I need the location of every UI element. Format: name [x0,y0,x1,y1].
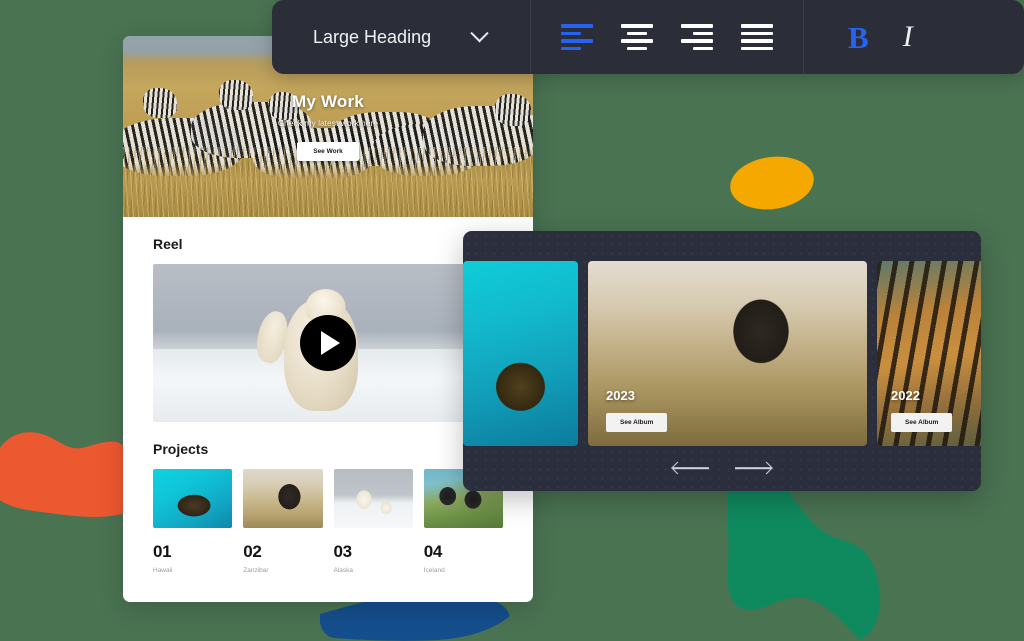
projects-grid: 01 Hawaii 02 Zanzibar 03 Alaska 04 Icela… [153,469,503,574]
decorative-blob-orange [0,432,125,517]
decorative-blob-green [727,490,881,640]
project-thumbnail [333,469,413,528]
chevron-down-icon [470,23,489,42]
gallery-carousel-panel: 2023 See Album 2022 See Album [463,231,981,491]
gallery-slide-caption: 2023 See Album [606,388,668,432]
project-item[interactable]: 02 Zanzibar [243,469,323,574]
gallery-slide-year: 2022 [891,388,920,403]
heading-style-value: Large Heading [313,26,432,47]
gallery-slide[interactable] [463,261,578,446]
gallery-slide[interactable]: 2023 See Album [588,261,867,446]
project-caption: Iceland [423,567,445,574]
gallery-slide-caption: 2022 See Album [891,388,953,432]
bold-button[interactable]: B [848,22,869,53]
text-style-button-group: B I [804,22,957,53]
project-item[interactable]: 01 Hawaii [153,469,233,574]
play-icon[interactable] [300,315,356,371]
project-number: 03 [333,542,353,561]
heading-style-select[interactable]: Large Heading [272,0,530,74]
project-thumbnail [153,469,233,528]
gallery-navigation [463,459,981,477]
project-number: 02 [243,542,262,561]
gallery-slide-year: 2023 [606,388,635,403]
align-right-icon[interactable] [681,24,713,50]
project-thumbnail [243,469,323,528]
align-justify-icon[interactable] [741,24,773,50]
project-caption: Alaska [333,567,354,574]
project-number: 04 [423,542,443,561]
gallery-slide-image [463,261,578,446]
project-number: 01 [153,542,172,561]
project-caption: Hawaii [153,567,173,574]
see-album-button[interactable]: See Album [606,413,668,432]
align-left-icon[interactable] [561,24,593,50]
gallery-slide-strip: 2023 See Album 2022 See Album [463,261,981,446]
decorative-blob-amber [726,151,818,215]
project-item[interactable]: 03 Alaska [333,469,413,574]
screenshot-stage: My Work Check my latest work here See Wo… [0,0,1024,641]
text-format-toolbar: Large Heading B I [272,0,1024,74]
italic-button[interactable]: I [903,22,913,52]
see-album-button[interactable]: See Album [891,413,953,432]
alignment-button-group [531,24,803,50]
hero-title: My Work [292,92,364,111]
decorative-blob-blue [320,600,510,641]
reel-video-player[interactable] [153,264,503,422]
gallery-slide[interactable]: 2022 See Album [877,261,981,446]
align-center-icon[interactable] [621,24,653,50]
hero-subtitle: Check my latest work here [277,118,379,128]
project-caption: Zanzibar [243,567,269,574]
arrow-left-icon[interactable] [671,459,709,477]
arrow-right-icon[interactable] [735,459,773,477]
see-work-button[interactable]: See Work [297,142,359,161]
